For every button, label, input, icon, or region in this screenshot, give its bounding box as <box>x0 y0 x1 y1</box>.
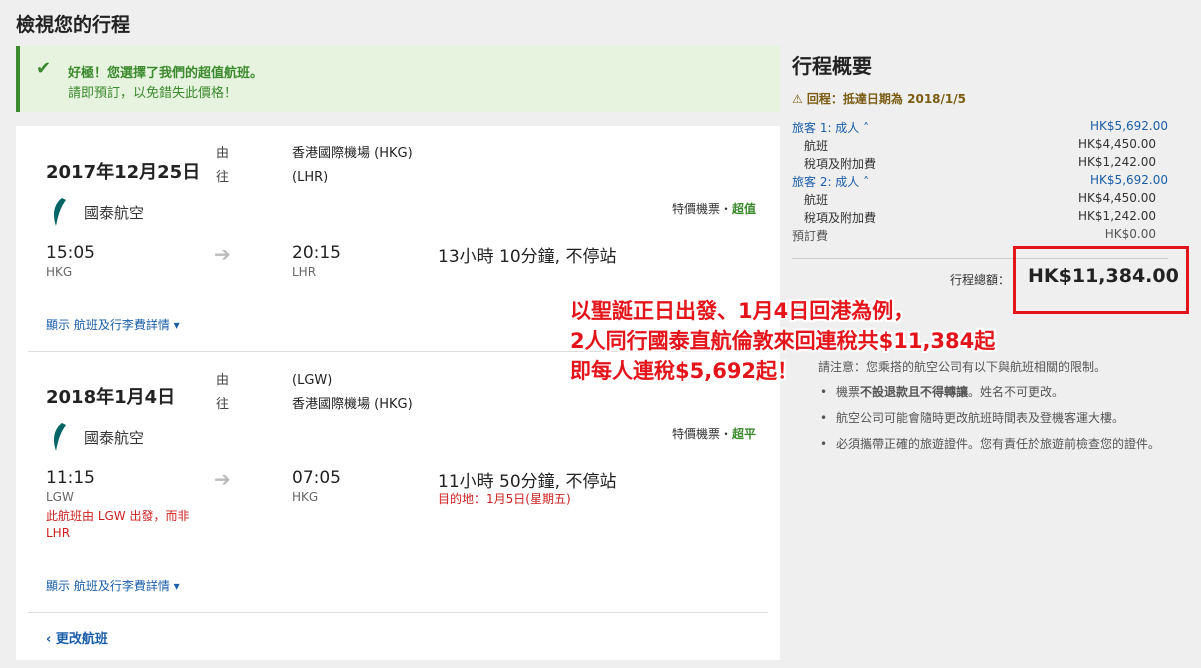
restriction-text: 機票 <box>836 385 861 399</box>
itinerary-card: 2017年12月25日 由 往 香港國際機場 (HKG) (LHR) 國泰航空 … <box>16 126 780 660</box>
price-label: 航班 <box>804 139 829 153</box>
from-to-labels: 由 往 <box>216 142 229 190</box>
price-label: 稅項及附加費 <box>804 157 877 171</box>
fare-type: 特價機票・超值 <box>672 200 756 217</box>
arrive-time: 20:15 <box>292 243 341 263</box>
fare-type: 特價機票・超平 <box>672 425 756 442</box>
arrive-code: HKG <box>292 490 319 504</box>
summary-title: 行程概要 <box>792 54 872 78</box>
banner-line-2: 請即預訂，以免錯失此價格！ <box>68 86 238 101</box>
arrow-right-icon: ➔ <box>214 467 231 491</box>
from-to-labels: 由 往 <box>216 369 229 417</box>
fare-class: 超值 <box>731 202 756 216</box>
destination-airport: (LHR) <box>292 170 329 185</box>
from-label: 由 <box>216 373 230 388</box>
fare-prefix: 特價機票・ <box>671 202 732 216</box>
depart-code: LGW <box>46 490 74 504</box>
origin-airport: 香港國際機場 (HKG) <box>292 146 413 161</box>
leg-date: 2018年1月4日 <box>46 387 176 408</box>
caption-line-1: 以聖誕正日出發、1月4日回港為例， <box>570 299 915 323</box>
restriction-text: 。姓名不可更改。 <box>968 385 1065 399</box>
from-label: 由 <box>216 146 230 161</box>
page-title: 檢視您的行程 <box>16 14 131 36</box>
warning-line-1: 此航班由 LGW 出發，而非 <box>46 509 190 523</box>
flight-details-link[interactable]: 顯示 航班及行李費詳情 ▾ <box>46 577 180 594</box>
price-value: HK$5,692.00 <box>1090 119 1168 133</box>
check-icon: ✔ <box>36 58 52 79</box>
arrow-right-icon: ➔ <box>214 242 231 266</box>
route-airports: (LGW) 香港國際機場 (HKG) <box>292 369 413 417</box>
caption-line-2: 2人同行國泰直航倫敦來回連稅共$11,384起 <box>570 329 996 353</box>
change-flight-link[interactable]: ‹ 更改航班 <box>46 628 108 647</box>
cathay-logo-icon <box>54 198 66 226</box>
fare-prefix: 特價機票・ <box>671 427 732 441</box>
banner-line-1: 好極！您選擇了我們的超值航班。 <box>68 66 264 81</box>
cathay-logo-icon <box>54 423 66 451</box>
price-label: 預訂費 <box>792 229 829 243</box>
airline-name: 國泰航空 <box>84 429 145 447</box>
destination-date-note: 目的地：1月5日(星期五) <box>438 492 571 506</box>
route-airports: 香港國際機場 (HKG) (LHR) <box>292 142 413 190</box>
origin-airport: (LGW) <box>292 373 333 388</box>
depart-time: 11:15 <box>46 468 95 488</box>
to-label: 往 <box>216 397 230 412</box>
return-date-note: ⚠ 回程：抵達日期為 2018/1/5 <box>792 92 966 106</box>
fare-class: 超平 <box>731 427 756 441</box>
arrive-code: LHR <box>292 265 317 279</box>
depart-time: 15:05 <box>46 243 95 263</box>
promo-overlay-caption: 以聖誕正日出發、1月4日回港為例， 2人同行國泰直航倫敦來回連稅共$11,384… <box>570 296 995 386</box>
depart-code: HKG <box>46 265 73 279</box>
arrive-time: 07:05 <box>292 468 341 488</box>
to-label: 往 <box>216 170 230 185</box>
destination-airport: 香港國際機場 (HKG) <box>292 397 413 412</box>
caption-line-3: 即每人連稅$5,692起！ <box>570 359 799 383</box>
price-value: HK$1,242.00 <box>1078 209 1156 223</box>
flight-duration: 11小時 50分鐘, 不停站 <box>438 472 617 492</box>
price-label: 旅客 1: 成人 ˄ <box>792 121 870 135</box>
restriction-item: 必須攜帶正確的旅遊證件。您有責任於旅遊前檢查您的證件。 <box>818 436 1168 453</box>
airline-name: 國泰航空 <box>84 204 145 222</box>
airport-warning: 此航班由 LGW 出發，而非 LHR <box>46 508 189 542</box>
flight-duration: 13小時 10分鐘, 不停站 <box>438 247 617 267</box>
warning-line-2: LHR <box>46 526 71 540</box>
restriction-item: 機票不設退款且不得轉讓。姓名不可更改。 <box>818 384 1168 401</box>
restriction-bold: 不設退款且不得轉讓 <box>860 385 969 399</box>
total-highlight-box <box>1013 246 1189 314</box>
leg-date: 2017年12月25日 <box>46 162 201 183</box>
price-value: HK$4,450.00 <box>1078 191 1156 205</box>
price-label: 航班 <box>804 193 829 207</box>
price-value: HK$4,450.00 <box>1078 137 1156 151</box>
price-label: 旅客 2: 成人 ˄ <box>792 175 870 189</box>
price-value: HK$5,692.00 <box>1090 173 1168 187</box>
restriction-list: 機票不設退款且不得轉讓。姓名不可更改。 航空公司可能會隨時更改航班時間表及登機客… <box>818 384 1168 462</box>
restriction-item: 航空公司可能會隨時更改航班時間表及登機客運大樓。 <box>818 410 1168 427</box>
price-value: HK$0.00 <box>1104 227 1156 241</box>
success-banner: ✔ 好極！您選擇了我們的超值航班。 請即預訂，以免錯失此價格！ <box>16 46 780 112</box>
price-value: HK$1,242.00 <box>1078 155 1156 169</box>
total-label: 行程總額： <box>950 273 1011 287</box>
flight-details-link[interactable]: 顯示 航班及行李費詳情 ▾ <box>46 316 180 333</box>
price-label: 稅項及附加費 <box>804 211 877 225</box>
card-divider <box>28 612 768 613</box>
